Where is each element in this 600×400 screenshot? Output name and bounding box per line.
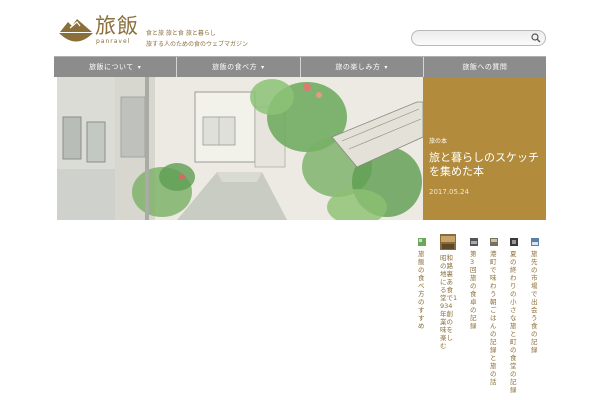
nav-item-label: 旅の楽しみ方 — [335, 63, 381, 71]
chevron-down-icon: ▾ — [137, 63, 142, 71]
hero-date: 2017.05.24 — [429, 188, 470, 196]
hero-feature-panel[interactable]: 旅の本 旅と暮らしのスケッチを集めた本 2017.05.24 — [423, 77, 546, 220]
site-tagline: 食と旅 旅と食 旅と暮らし 旅する人のための食のウェブマガジン — [146, 28, 248, 50]
hero-category[interactable]: 旅の本 — [429, 136, 447, 145]
post-thumbnail[interactable] — [510, 238, 518, 246]
main-nav: 旅飯について ▾ 旅飯の食べ方 ▾ 旅の楽しみ方 ▾ 旅飯への質問 — [54, 56, 546, 77]
nav-item-about[interactable]: 旅飯について ▾ — [54, 57, 178, 77]
post-title-link[interactable]: 夏の終わりの小さな旅と町の食堂の記録 — [510, 250, 518, 394]
street-sketch-illustration — [57, 77, 423, 220]
search-input[interactable] — [418, 32, 528, 44]
tagline-line: 食と旅 旅と食 旅と暮らし — [146, 30, 216, 37]
mountain-bowl-icon — [59, 19, 93, 42]
post-thumbnail[interactable] — [470, 238, 478, 246]
search-icon[interactable] — [531, 33, 541, 43]
site-logo[interactable]: 旅飯 panravel — [58, 14, 148, 48]
post-title-link[interactable]: 旅飯の食べ方のすすめ — [418, 250, 426, 330]
nav-item-label: 旅飯について — [88, 63, 134, 71]
nav-item-label: 旅飯への質問 — [462, 63, 508, 71]
nav-item-how-to-eat[interactable]: 旅飯の食べ方 ▾ — [177, 57, 301, 77]
search-box — [411, 30, 546, 46]
hero-image[interactable] — [57, 77, 423, 220]
post-thumbnail[interactable] — [418, 238, 426, 246]
nav-item-travel[interactable]: 旅の楽しみ方 ▾ — [301, 57, 424, 77]
post-thumbnail[interactable] — [531, 238, 539, 246]
chevron-down-icon: ▾ — [261, 63, 265, 71]
nav-item-label: 旅飯の食べ方 — [212, 63, 258, 71]
post-title-link[interactable]: 港町で味わう朝ごはんの記録と旅の話 — [490, 250, 498, 386]
post-title-link[interactable]: 第3回旅の食卓の記録 — [470, 250, 478, 330]
nav-item-questions[interactable]: 旅飯への質問 — [424, 57, 546, 77]
post-title-link[interactable]: 昭和の路地裏にある食堂で1934年創業の味を楽しむ — [440, 254, 458, 350]
post-thumbnail[interactable] — [490, 238, 498, 246]
post-thumbnail[interactable] — [440, 234, 456, 250]
post-title-link[interactable]: 旅先の市場で出会う食の記録 — [531, 250, 539, 354]
chevron-down-icon: ▾ — [384, 63, 388, 71]
logo-subtext: panravel — [96, 38, 131, 45]
logo-text: 旅飯 — [95, 14, 139, 38]
hero-title[interactable]: 旅と暮らしのスケッチを集めた本 — [429, 151, 541, 179]
tagline-line: 旅する人のための食のウェブマガジン — [146, 41, 249, 48]
